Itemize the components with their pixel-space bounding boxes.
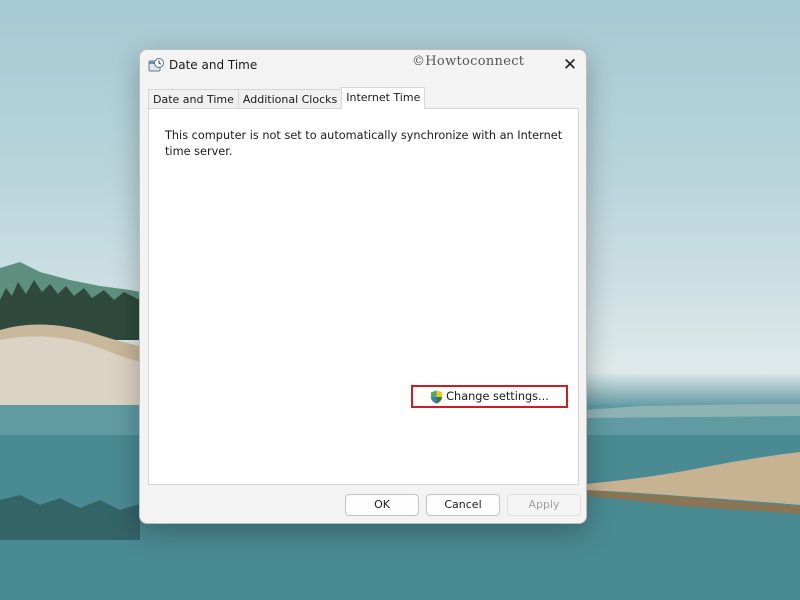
change-settings-button[interactable]: Change settings...: [411, 385, 568, 408]
cancel-button[interactable]: Cancel: [426, 494, 500, 516]
change-settings-label: Change settings...: [446, 390, 549, 403]
sync-status-text: This computer is not set to automaticall…: [165, 129, 563, 158]
internet-time-panel: This computer is not set to automaticall…: [148, 108, 579, 485]
ok-button[interactable]: OK: [345, 494, 419, 516]
title-bar[interactable]: Date and Time ©Howtoconnect ✕: [140, 50, 586, 82]
tab-date-and-time[interactable]: Date and Time: [148, 89, 239, 109]
date-and-time-dialog: Date and Time ©Howtoconnect ✕ Date and T…: [139, 49, 587, 524]
watermark-text: ©Howtoconnect: [412, 54, 525, 69]
apply-button[interactable]: Apply: [507, 494, 581, 516]
tab-internet-time[interactable]: Internet Time: [341, 87, 426, 109]
tab-strip: Date and Time Additional Clocks Internet…: [148, 87, 426, 109]
window-title: Date and Time: [169, 58, 258, 72]
uac-shield-icon: [431, 390, 443, 403]
clock-calendar-icon: [148, 58, 164, 72]
tab-additional-clocks[interactable]: Additional Clocks: [237, 89, 343, 109]
close-button[interactable]: ✕: [554, 50, 586, 80]
close-icon: ✕: [562, 55, 578, 75]
